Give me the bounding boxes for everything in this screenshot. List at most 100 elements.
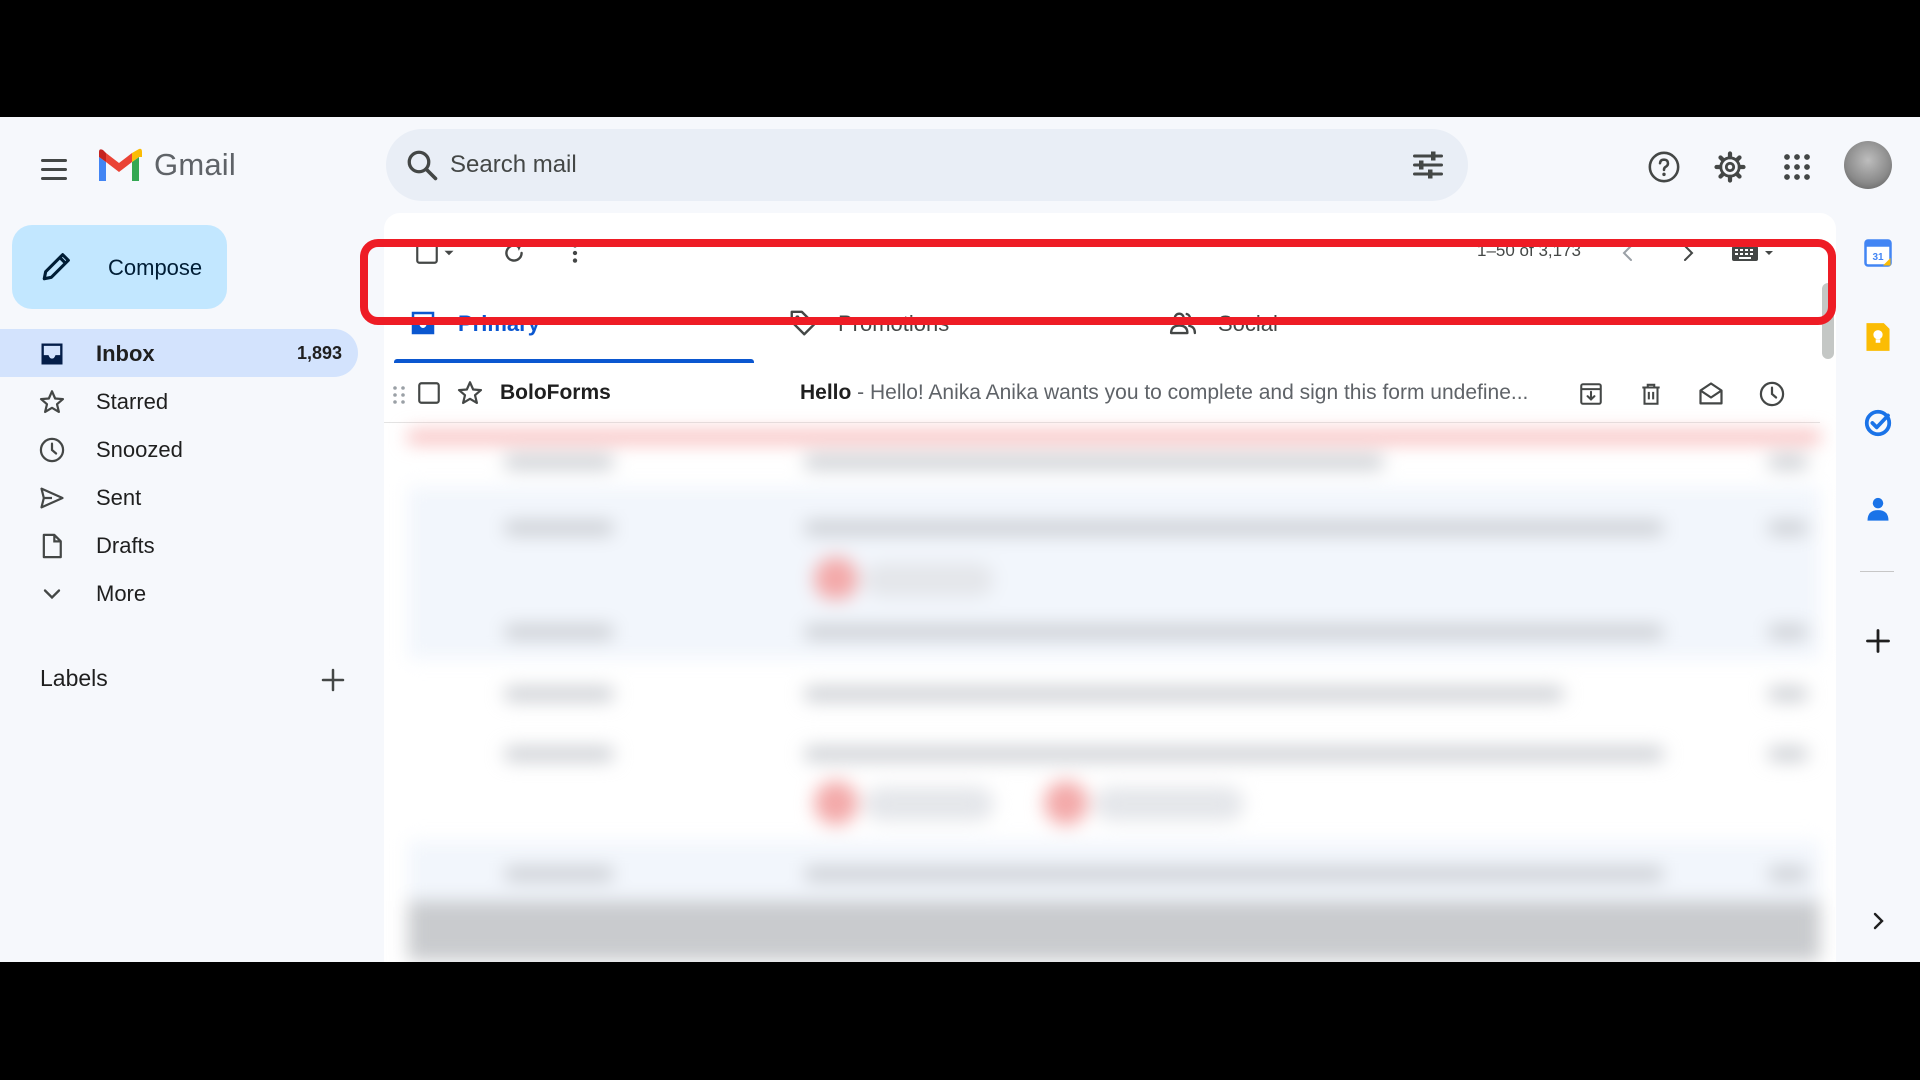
blurred-text [804, 687, 1564, 701]
search-bar[interactable] [386, 129, 1468, 201]
tab-label: Promotions [838, 311, 950, 336]
search-options-icon[interactable] [1410, 147, 1446, 183]
tab-primary[interactable]: Primary [394, 291, 754, 363]
letterbox-top [0, 0, 1920, 117]
blurred-attachment [1044, 781, 1088, 825]
gmail-app: Gmail Search mail Compose Inbox 1,893 St… [0, 117, 1920, 962]
sidebar-item-starred[interactable]: Starred [0, 377, 360, 425]
sidebar-item-label: Inbox [96, 341, 155, 366]
list-item [408, 599, 1820, 659]
send-icon [40, 487, 64, 509]
sidebar-item-more[interactable]: More [0, 569, 360, 617]
plus-icon [1866, 629, 1890, 653]
inbox-icon [411, 311, 435, 335]
letterbox-bottom [0, 962, 1920, 1080]
drag-handle-icon[interactable] [392, 385, 406, 405]
blurred-attachment [814, 557, 858, 601]
sidebar-item-label: Snoozed [96, 437, 183, 462]
svg-text:31: 31 [1872, 252, 1884, 263]
compose-button[interactable]: Compose [12, 225, 227, 309]
blurred-attachment [814, 781, 858, 825]
input-tools-button[interactable] [1726, 237, 1782, 269]
newer-button[interactable] [1612, 237, 1644, 269]
chevron-right-icon [1684, 245, 1694, 261]
blurred-text [504, 625, 614, 639]
blurred-text [1768, 625, 1808, 639]
blurred-text [804, 747, 1664, 761]
category-tabs: Primary Promotions Social [394, 291, 1824, 363]
plus-icon[interactable] [318, 665, 348, 695]
blurred-text [1768, 867, 1808, 881]
sidebar-item-label: Starred [96, 389, 169, 414]
keep-icon [1866, 323, 1890, 351]
checkbox-icon [416, 242, 438, 264]
people-icon [1169, 312, 1197, 335]
archive-button[interactable] [1576, 379, 1606, 409]
sidebar-item-inbox[interactable]: Inbox 1,893 [0, 329, 358, 377]
sidebar-item-snoozed[interactable]: Snoozed [0, 425, 360, 473]
mark-as-read-button[interactable] [1696, 379, 1726, 409]
row-checkbox-icon[interactable] [416, 380, 442, 406]
menu-line [41, 167, 67, 171]
chevron-right-icon [1873, 912, 1884, 930]
get-addons-button[interactable] [1862, 625, 1894, 657]
star-icon [39, 390, 65, 414]
blurred-text [1768, 455, 1808, 469]
scrollbar-thumb[interactable] [1822, 283, 1834, 359]
menu-line [41, 158, 67, 162]
settings-button[interactable] [1710, 147, 1750, 187]
search-input[interactable] [450, 143, 1350, 187]
more-options-button[interactable] [559, 237, 591, 269]
inbox-panel: 1–50 of 3,173 Primary Promotions Social … [384, 213, 1836, 962]
trash-icon [1642, 383, 1660, 405]
clock-icon [1759, 381, 1785, 407]
list-item [408, 721, 1820, 831]
tab-social[interactable]: Social [1154, 291, 1514, 355]
sidebar-item-drafts[interactable]: Drafts [0, 521, 360, 569]
app-name: Gmail [154, 147, 236, 182]
snooze-button[interactable] [1757, 379, 1787, 409]
email-snippet: Hello! Anika Anika wants you to complete… [870, 381, 1529, 404]
apps-button[interactable] [1777, 147, 1817, 187]
delete-button[interactable] [1636, 379, 1666, 409]
search-icon[interactable] [404, 147, 440, 183]
blurred-text [804, 625, 1664, 639]
calendar-app-button[interactable]: 31 [1862, 237, 1894, 269]
help-button[interactable] [1644, 147, 1684, 187]
chevron-down-icon [43, 589, 61, 600]
blurred-text [504, 455, 614, 469]
list-item [408, 661, 1820, 721]
main-menu-button[interactable] [36, 151, 72, 187]
tasks-app-button[interactable] [1862, 407, 1894, 439]
email-row[interactable]: BoloForms Hello - Hello! Anika Anika wan… [384, 363, 1820, 423]
pencil-icon [42, 253, 70, 281]
help-icon [1648, 151, 1680, 183]
list-item [408, 841, 1820, 901]
list-item [408, 487, 1820, 601]
blurred-text [1768, 747, 1808, 761]
unread-count: 1,893 [296, 343, 342, 363]
labels-heading: Labels [40, 665, 108, 691]
select-all-dropdown[interactable] [410, 237, 462, 269]
sidebar-item-sent[interactable]: Sent [0, 473, 360, 521]
scrollbar[interactable] [1820, 283, 1834, 962]
gmail-logo[interactable]: Gmail [96, 147, 236, 183]
tab-label: Social [1218, 311, 1278, 336]
contacts-app-button[interactable] [1862, 493, 1894, 525]
blurred-text [1768, 521, 1808, 535]
refresh-button[interactable] [498, 237, 530, 269]
tag-icon [790, 310, 816, 336]
blurred-text [504, 747, 614, 761]
star-icon[interactable] [456, 379, 484, 407]
account-avatar[interactable] [1844, 141, 1892, 189]
blurred-text [804, 867, 1664, 881]
keyboard-icon [1732, 246, 1758, 261]
caret-down-icon [444, 250, 454, 256]
keep-app-button[interactable] [1862, 321, 1894, 353]
inbox-icon [41, 343, 63, 365]
tab-promotions[interactable]: Promotions [774, 291, 1134, 355]
clock-icon [39, 437, 65, 463]
older-button[interactable] [1672, 237, 1704, 269]
show-side-panel-button[interactable] [1862, 905, 1894, 937]
blurred-text [504, 521, 614, 535]
